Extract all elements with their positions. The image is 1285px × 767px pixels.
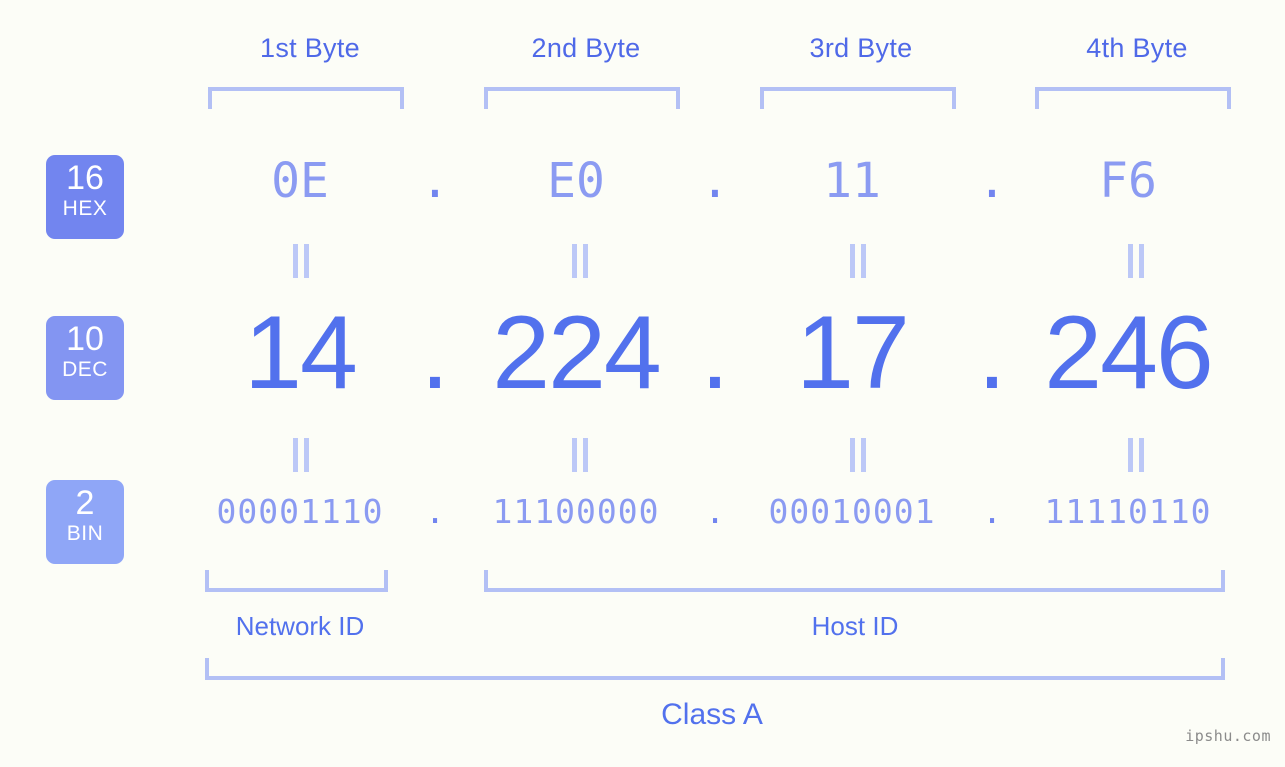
bin-byte-1: 00001110 bbox=[216, 492, 384, 531]
hex-byte-4: F6 bbox=[1099, 153, 1157, 209]
base-badge-bin: 2 BIN bbox=[46, 480, 124, 564]
ip-address-breakdown-diagram: 1st Byte 2nd Byte 3rd Byte 4th Byte 16 H… bbox=[0, 0, 1285, 767]
bin-byte-3: 00010001 bbox=[768, 492, 936, 531]
network-id-bracket bbox=[205, 570, 388, 592]
base-badge-dec-number: 10 bbox=[66, 320, 104, 358]
equals-marker-hex-dec-3 bbox=[845, 244, 871, 278]
byte-header-2: 2nd Byte bbox=[531, 33, 641, 63]
host-id-bracket bbox=[484, 570, 1225, 592]
hex-separator-1: . bbox=[420, 153, 450, 209]
network-id-label: Network ID bbox=[235, 611, 365, 641]
equals-marker-hex-dec-2 bbox=[567, 244, 593, 278]
host-id-label: Host ID bbox=[811, 611, 899, 641]
hex-separator-2: . bbox=[700, 153, 730, 209]
hex-byte-1: 0E bbox=[271, 153, 329, 209]
bin-row: 00001110 . 11100000 . 00010001 . 1111011… bbox=[150, 492, 1275, 548]
hex-row: 0E . E0 . 11 . F6 bbox=[150, 153, 1275, 227]
equals-marker-dec-bin-4 bbox=[1123, 438, 1149, 472]
bin-byte-4: 11110110 bbox=[1044, 492, 1212, 531]
base-badge-hex-name: HEX bbox=[62, 197, 108, 220]
byte-bracket-3 bbox=[760, 87, 956, 109]
equals-marker-dec-bin-3 bbox=[845, 438, 871, 472]
class-bracket bbox=[205, 658, 1225, 680]
watermark: ipshu.com bbox=[1185, 727, 1271, 745]
equals-marker-dec-bin-1 bbox=[288, 438, 314, 472]
base-badge-hex-number: 16 bbox=[66, 159, 104, 197]
hex-separator-3: . bbox=[977, 153, 1007, 209]
hex-byte-2: E0 bbox=[547, 153, 605, 209]
equals-marker-hex-dec-4 bbox=[1123, 244, 1149, 278]
equals-marker-hex-dec-1 bbox=[288, 244, 314, 278]
bin-separator-1: . bbox=[425, 492, 445, 531]
base-badge-dec: 10 DEC bbox=[46, 316, 124, 400]
bin-byte-2: 11100000 bbox=[492, 492, 660, 531]
byte-bracket-2 bbox=[484, 87, 680, 109]
bin-separator-2: . bbox=[705, 492, 725, 531]
dec-separator-1: . bbox=[420, 295, 450, 411]
byte-bracket-4 bbox=[1035, 87, 1231, 109]
dec-byte-2: 224 bbox=[492, 295, 662, 411]
dec-separator-3: . bbox=[977, 295, 1007, 411]
dec-byte-1: 14 bbox=[244, 295, 358, 411]
base-badge-bin-name: BIN bbox=[66, 522, 104, 545]
byte-header-4: 4th Byte bbox=[1086, 33, 1188, 63]
bin-separator-3: . bbox=[982, 492, 1002, 531]
dec-byte-3: 17 bbox=[796, 295, 910, 411]
hex-byte-3: 11 bbox=[823, 153, 881, 209]
byte-header-1: 1st Byte bbox=[260, 33, 360, 63]
base-badge-dec-name: DEC bbox=[62, 358, 108, 381]
dec-row: 14 . 224 . 17 . 246 bbox=[150, 295, 1275, 415]
byte-bracket-1 bbox=[208, 87, 404, 109]
byte-header-3: 3rd Byte bbox=[809, 33, 913, 63]
equals-marker-dec-bin-2 bbox=[567, 438, 593, 472]
dec-byte-4: 246 bbox=[1044, 295, 1214, 411]
dec-separator-2: . bbox=[700, 295, 730, 411]
base-badge-hex: 16 HEX bbox=[46, 155, 124, 239]
base-badge-bin-number: 2 bbox=[75, 484, 95, 522]
class-label: Class A bbox=[661, 698, 763, 731]
